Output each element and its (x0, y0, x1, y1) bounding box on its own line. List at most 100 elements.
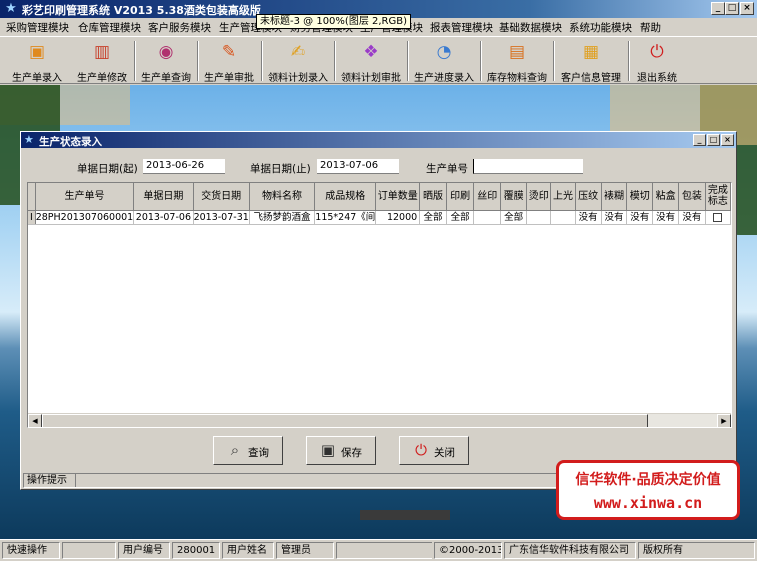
col-header[interactable]: 物料名称 (249, 183, 316, 211)
cell-varnish[interactable] (550, 210, 576, 225)
cell-qty[interactable]: 12000 (375, 210, 421, 225)
done-checkbox[interactable] (713, 212, 723, 222)
close-button[interactable]: × (740, 2, 754, 15)
menu-system[interactable]: 系统功能模块 (569, 20, 632, 35)
toolbar-separator (407, 41, 409, 81)
cell-material[interactable]: 飞扬梦韵酒盒 (249, 210, 316, 225)
toolbar-material-approve[interactable]: ❖ 领料计划审批 (337, 39, 405, 84)
cell-die-cut[interactable]: 没有 (626, 210, 654, 225)
cell-embossing[interactable]: 没有 (575, 210, 602, 225)
window-title: 彩艺印刷管理系统 V2013 5.38酒类包装高级版 (22, 4, 261, 17)
user-no-value: 280001 (172, 542, 220, 559)
operation-hint: 操作提示 (24, 474, 76, 487)
toolbar-order-approve[interactable]: ✎ 生产单审批 (200, 39, 258, 84)
cell-order-no[interactable]: 28PH201307060001 (35, 210, 135, 225)
child-minimize-button[interactable]: _ (693, 134, 706, 146)
col-header[interactable]: 压纹 (575, 183, 602, 211)
toolbar-customer-info[interactable]: ▦ 客户信息管理 (556, 39, 626, 84)
col-header[interactable]: 单据日期 (133, 183, 194, 211)
production-table: 生产单号 单据日期 交货日期 物料名称 成品规格 订单数量 晒版 印刷 丝印 覆… (28, 183, 731, 225)
status-spacer (336, 542, 432, 559)
scroll-left-arrow-icon[interactable]: ◀ (28, 414, 42, 427)
query-button[interactable]: ⌕ 查询 (213, 436, 283, 465)
cell-gluing[interactable]: 没有 (652, 210, 680, 225)
production-grid[interactable]: 生产单号 单据日期 交货日期 物料名称 成品规格 订单数量 晒版 印刷 丝印 覆… (27, 182, 732, 428)
app-window: ★ 彩艺印刷管理系统 V2013 5.38酒类包装高级版 _ □ × 未标题-3… (0, 0, 757, 561)
promo-url: www.xinwa.cn (593, 494, 703, 512)
col-header[interactable]: 模切 (626, 183, 654, 211)
cell-delivery-date[interactable]: 2013-07-31 (193, 210, 250, 225)
maximize-button[interactable]: □ (725, 2, 739, 15)
col-header[interactable]: 上光 (550, 183, 576, 211)
cell-done[interactable] (705, 210, 731, 225)
tooltip: 未标题-3 @ 100%(图层 2,RGB) (256, 14, 411, 29)
date-to-input[interactable]: 2013-07-06 (317, 159, 399, 174)
order-no-input[interactable] (473, 159, 583, 174)
menu-help[interactable]: 帮助 (640, 20, 661, 35)
menu-purchase[interactable]: 采购管理模块 (6, 20, 69, 35)
toolbar-separator (334, 41, 336, 81)
quick-ops-panel[interactable]: 快速操作 (2, 542, 60, 559)
cell-laminating[interactable]: 全部 (500, 210, 528, 225)
customer-icon: ▦ (582, 42, 600, 62)
power-icon: ⏻ (415, 441, 427, 459)
progress-icon: ◔ (436, 42, 452, 62)
col-header[interactable]: 覆膜 (500, 183, 528, 211)
col-header[interactable]: 订单数量 (375, 183, 421, 211)
child-maximize-button[interactable]: □ (707, 134, 720, 146)
menu-reports[interactable]: 报表管理模块 (430, 20, 493, 35)
col-header[interactable]: 丝印 (473, 183, 502, 211)
toolbar-progress-entry[interactable]: ◔ 生产进度录入 (410, 39, 478, 84)
cell-mounting[interactable]: 没有 (601, 210, 628, 225)
edit-package-icon: ▥ (93, 42, 111, 62)
col-header[interactable]: 印刷 (446, 183, 475, 211)
toolbar-exit[interactable]: ⏻ 退出系统 (631, 39, 683, 84)
query-button-label: 查询 (248, 447, 269, 459)
cell-platemaking[interactable]: 全部 (419, 210, 447, 225)
col-header[interactable]: 晒版 (419, 183, 447, 211)
toolbar-label: 生产单查询 (141, 73, 191, 84)
toolbar-label: 领料计划审批 (341, 73, 401, 84)
horizontal-scrollbar[interactable]: ◀ ▶ (28, 413, 731, 427)
cell-silkscreen[interactable] (473, 210, 502, 225)
col-header[interactable]: 成品规格 (314, 183, 377, 211)
menu-warehouse[interactable]: 仓库管理模块 (78, 20, 141, 35)
cell-spec[interactable]: 115*247《间 (314, 210, 377, 225)
save-button[interactable]: ▣ 保存 (306, 436, 376, 465)
toolbar-order-edit[interactable]: ▥ 生产单修改 (70, 39, 134, 84)
cell-hot-stamp[interactable] (526, 210, 552, 225)
col-header[interactable]: 烫印 (526, 183, 552, 211)
cell-packing[interactable]: 没有 (678, 210, 706, 225)
col-header[interactable]: 粘盒 (652, 183, 680, 211)
menu-base-data[interactable]: 基础数据模块 (499, 20, 562, 35)
minimize-button[interactable]: _ (711, 2, 725, 15)
toolbar-order-query[interactable]: ◉ 生产单查询 (137, 39, 195, 84)
row-indicator: I (28, 210, 36, 225)
col-header[interactable]: 交货日期 (193, 183, 250, 211)
toolbar-separator (553, 41, 555, 81)
status-bar: 快速操作 用户编号 280001 用户姓名 管理员 ©2000-2013? 广东… (0, 539, 757, 561)
company-name: 广东信华软件科技有限公司 (504, 542, 636, 559)
menu-customer[interactable]: 客户服务模块 (148, 20, 211, 35)
magnifier-icon: ⌕ (230, 441, 240, 459)
query-icon: ◉ (158, 42, 174, 62)
col-header[interactable]: 裱糊 (601, 183, 628, 211)
scroll-thumb[interactable] (42, 414, 648, 427)
scroll-right-arrow-icon[interactable]: ▶ (717, 414, 731, 427)
date-from-input[interactable]: 2013-06-26 (143, 159, 225, 174)
material-entry-icon: ✍ (290, 42, 306, 62)
child-close-button[interactable]: × (721, 134, 734, 146)
toolbar-material-entry[interactable]: ✍ 领料计划录入 (264, 39, 332, 84)
toolbar-separator (480, 41, 482, 81)
toolbar-order-entry[interactable]: ▣ 生产单录入 (4, 39, 70, 84)
toolbar-label: 生产单审批 (204, 73, 254, 84)
close-dialog-button[interactable]: ⏻ 关闭 (399, 436, 469, 465)
col-header[interactable]: 包装 (678, 183, 706, 211)
save-button-label: 保存 (341, 447, 362, 459)
cell-printing[interactable]: 全部 (446, 210, 475, 225)
col-header[interactable]: 完成标志 (705, 183, 731, 211)
toolbar-inventory-query[interactable]: ▤ 库存物料查询 (483, 39, 551, 84)
cell-doc-date[interactable]: 2013-07-06 (133, 210, 194, 225)
col-header[interactable]: 生产单号 (35, 183, 135, 211)
table-row[interactable]: I 28PH201307060001 2013-07-06 2013-07-31… (28, 210, 731, 225)
